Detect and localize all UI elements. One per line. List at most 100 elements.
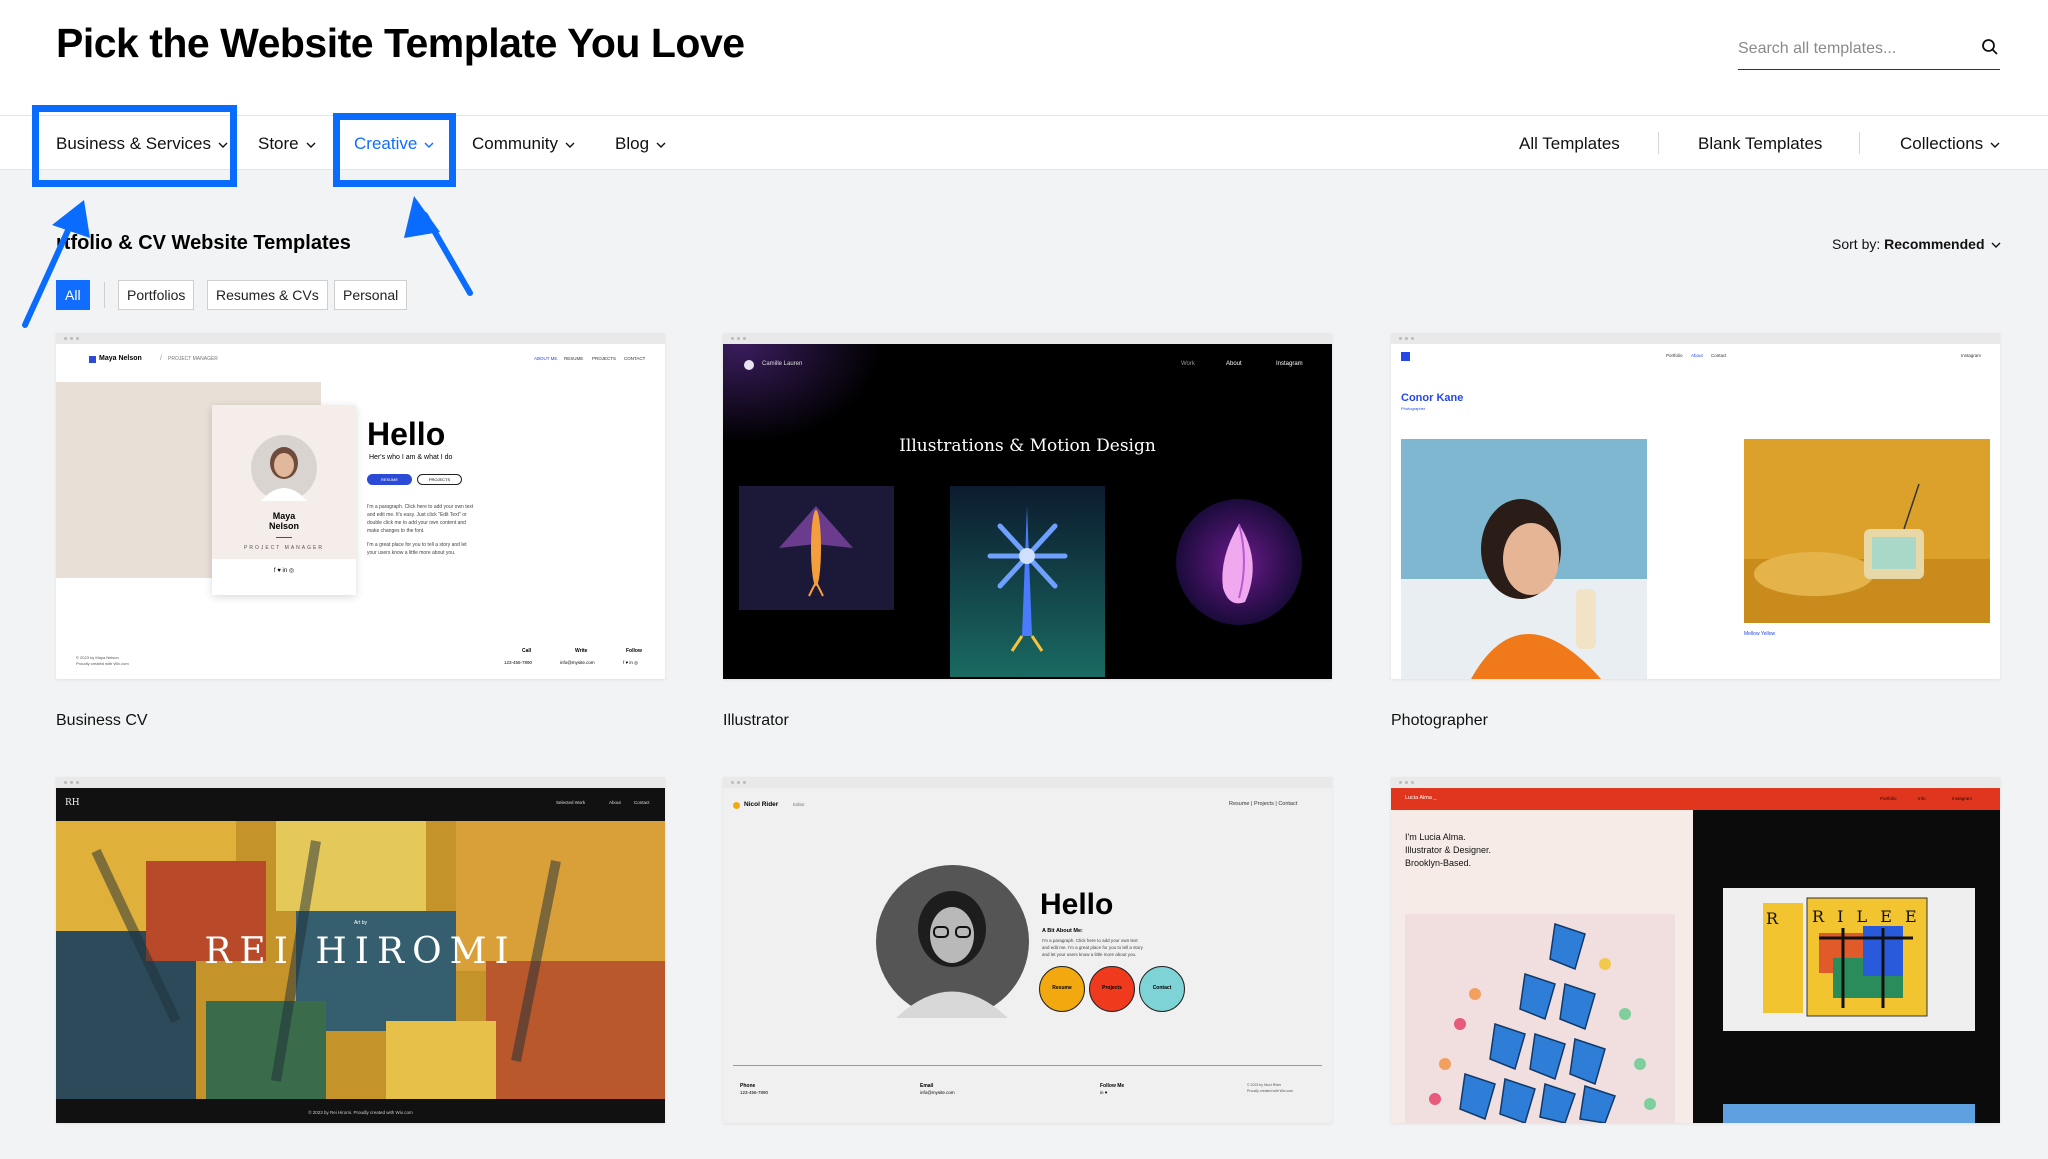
browser-bar: [1391, 333, 2000, 344]
profile-role: PROJECT MANAGER: [244, 545, 324, 551]
preview-topbar: [1391, 788, 2000, 810]
preview-nav: Instagram: [1276, 361, 1303, 367]
nav-label: Collections: [1900, 134, 1984, 153]
preview-footer: Email: [920, 1083, 934, 1089]
template-preview: RH Selected Work About Contact Art by RE…: [56, 788, 665, 1123]
photo-woman-phone: [1401, 439, 1647, 679]
preview-footer: Proudly created with Wix.com: [76, 661, 129, 666]
template-card-business-cv[interactable]: Maya Nelson / PROJECT MANAGER ABOUT ME R…: [56, 333, 665, 679]
profile-card: Maya Nelson PROJECT MANAGER f ♥ in ◎: [212, 405, 356, 595]
highlight-box-creative: [333, 113, 456, 187]
preview-nav: CONTACT: [624, 356, 646, 361]
preview-nav: About: [609, 800, 621, 805]
book-letter: R: [1766, 909, 1779, 928]
browser-bar: [1391, 777, 2000, 788]
chevron-down-icon: [1990, 142, 2000, 148]
chevron-down-icon: [1991, 242, 2001, 249]
nav-collections[interactable]: Collections: [1900, 116, 2000, 171]
preview-small: Art by: [353, 920, 368, 926]
template-preview: Lucia Alma _ Portfolio Info Instagram I'…: [1391, 788, 2000, 1123]
highlight-box-business: [32, 105, 237, 187]
preview-brand: Camille Lauren: [762, 361, 803, 367]
top-header: Pick the Website Template You Love: [0, 0, 2048, 115]
preview-nav: Resume | Projects | Contact: [1229, 801, 1298, 807]
preview-footer: 123-456-7890: [504, 660, 533, 665]
preview-footer: info@mysite.com: [920, 1090, 955, 1095]
preview-strip: [1723, 1104, 1975, 1123]
preview-nav: Work: [1181, 361, 1195, 367]
preview-para: and edit me. I'm a great place for you t…: [1042, 945, 1143, 950]
preview-intro: Illustrator & Designer.: [1405, 845, 1492, 855]
preview-heading: Hello: [367, 416, 446, 452]
template-name[interactable]: Photographer: [1391, 712, 1488, 730]
preview-role-header: PROJECT MANAGER: [168, 356, 218, 362]
section-title: rtfolio & CV Website Templates: [56, 232, 351, 254]
preview-footer: Call: [522, 648, 532, 654]
template-card-photographer[interactable]: Portfolio About Contact Instagram Conor …: [1391, 333, 2000, 679]
filter-resumes-cvs[interactable]: Resumes & CVs: [207, 280, 328, 310]
preview-para: make changes to the font.: [367, 528, 425, 534]
preview-sub: A Bit About Me:: [1042, 928, 1083, 934]
filter-personal[interactable]: Personal: [334, 280, 408, 310]
sort-dropdown[interactable]: Sort by: Recommended: [1832, 236, 2001, 252]
preview-footer: © 2023 by Rei Hiromi. Proudly created wi…: [308, 1110, 413, 1115]
glow: [723, 344, 883, 444]
template-name[interactable]: Business CV: [56, 712, 148, 730]
preview-para: double click me to add your own content …: [367, 520, 466, 526]
profile-name: Nelson: [268, 521, 299, 531]
nav-divider: [1859, 132, 1860, 154]
nav-community[interactable]: Community: [472, 116, 575, 171]
preview-circle-resume: Resume: [1039, 966, 1085, 1012]
preview-footer: Phone: [740, 1083, 756, 1089]
preview-footer: Write: [575, 648, 588, 654]
arrow-to-creative: [404, 196, 473, 296]
template-name[interactable]: Illustrator: [723, 712, 789, 730]
preview-nav: About: [1226, 361, 1242, 367]
search-icon[interactable]: [1980, 37, 2000, 57]
preview-para: I'm a great place for you to tell a stor…: [367, 542, 467, 548]
preview-nav: Instagram: [1952, 796, 1973, 801]
preview-footer: info@mysite.com: [560, 660, 595, 665]
nav-label: Community: [472, 134, 558, 153]
nav-store[interactable]: Store: [258, 116, 316, 171]
template-preview: Portfolio About Contact Instagram Conor …: [1391, 344, 2000, 679]
preview-footer: Proudly created with Wix.com: [1247, 1089, 1294, 1093]
template-card-lucia-alma[interactable]: Lucia Alma _ Portfolio Info Instagram I'…: [1391, 777, 2000, 1123]
nav-all-templates[interactable]: All Templates: [1519, 116, 1620, 171]
logo-dot: [744, 360, 754, 370]
search-box[interactable]: [1738, 30, 2000, 70]
nav-blank-templates[interactable]: Blank Templates: [1698, 116, 1822, 171]
preview-nav: Portfolio: [1880, 796, 1897, 801]
nav-blog[interactable]: Blog: [615, 116, 666, 171]
preview-circle-contact: Contact: [1139, 966, 1185, 1012]
preview-brand: Nicol Rider: [744, 801, 779, 808]
chevron-down-icon: [656, 142, 666, 148]
filter-portfolios[interactable]: Portfolios: [118, 280, 195, 310]
profile-social: f ♥ in ◎: [273, 568, 295, 574]
preview-footer: 123-456-7890: [740, 1090, 769, 1095]
filter-all[interactable]: All: [56, 280, 90, 310]
profile-name: Maya: [272, 511, 296, 521]
browser-bar: [723, 777, 1332, 788]
preview-caption: Mellow Yellow: [1744, 631, 1776, 637]
template-card-rei-hiromi[interactable]: RH Selected Work About Contact Art by RE…: [56, 777, 665, 1123]
preview-nav: PROJECTS: [592, 356, 617, 361]
preview-para: and edit me. It's easy. Just click "Edit…: [367, 512, 467, 518]
chevron-down-icon: [565, 142, 575, 148]
preview-brand-sub: Editor: [793, 802, 805, 807]
template-preview: Nicol Rider Editor Resume | Projects | C…: [723, 788, 1332, 1123]
chevron-down-icon: [306, 142, 316, 148]
preview-brand: Lucia Alma _: [1405, 795, 1437, 801]
preview-nav: ABOUT ME: [534, 356, 558, 361]
sort-value: Recommended: [1884, 236, 1985, 252]
search-input[interactable]: [1738, 36, 1968, 62]
preview-nav: Selected Work: [556, 800, 586, 805]
template-card-illustrator[interactable]: Camille Lauren Work About Instagram Illu…: [723, 333, 1332, 679]
nav-label: Blog: [615, 134, 650, 153]
preview-circle-projects: Projects: [1089, 966, 1135, 1012]
preview-divider: [733, 1065, 1322, 1066]
template-card-nicol-rider[interactable]: Nicol Rider Editor Resume | Projects | C…: [723, 777, 1332, 1123]
template-preview: Camille Lauren Work About Instagram Illu…: [723, 344, 1332, 679]
preview-nav: Instagram: [1961, 353, 1982, 358]
preview-nav: RESUME: [564, 356, 584, 361]
